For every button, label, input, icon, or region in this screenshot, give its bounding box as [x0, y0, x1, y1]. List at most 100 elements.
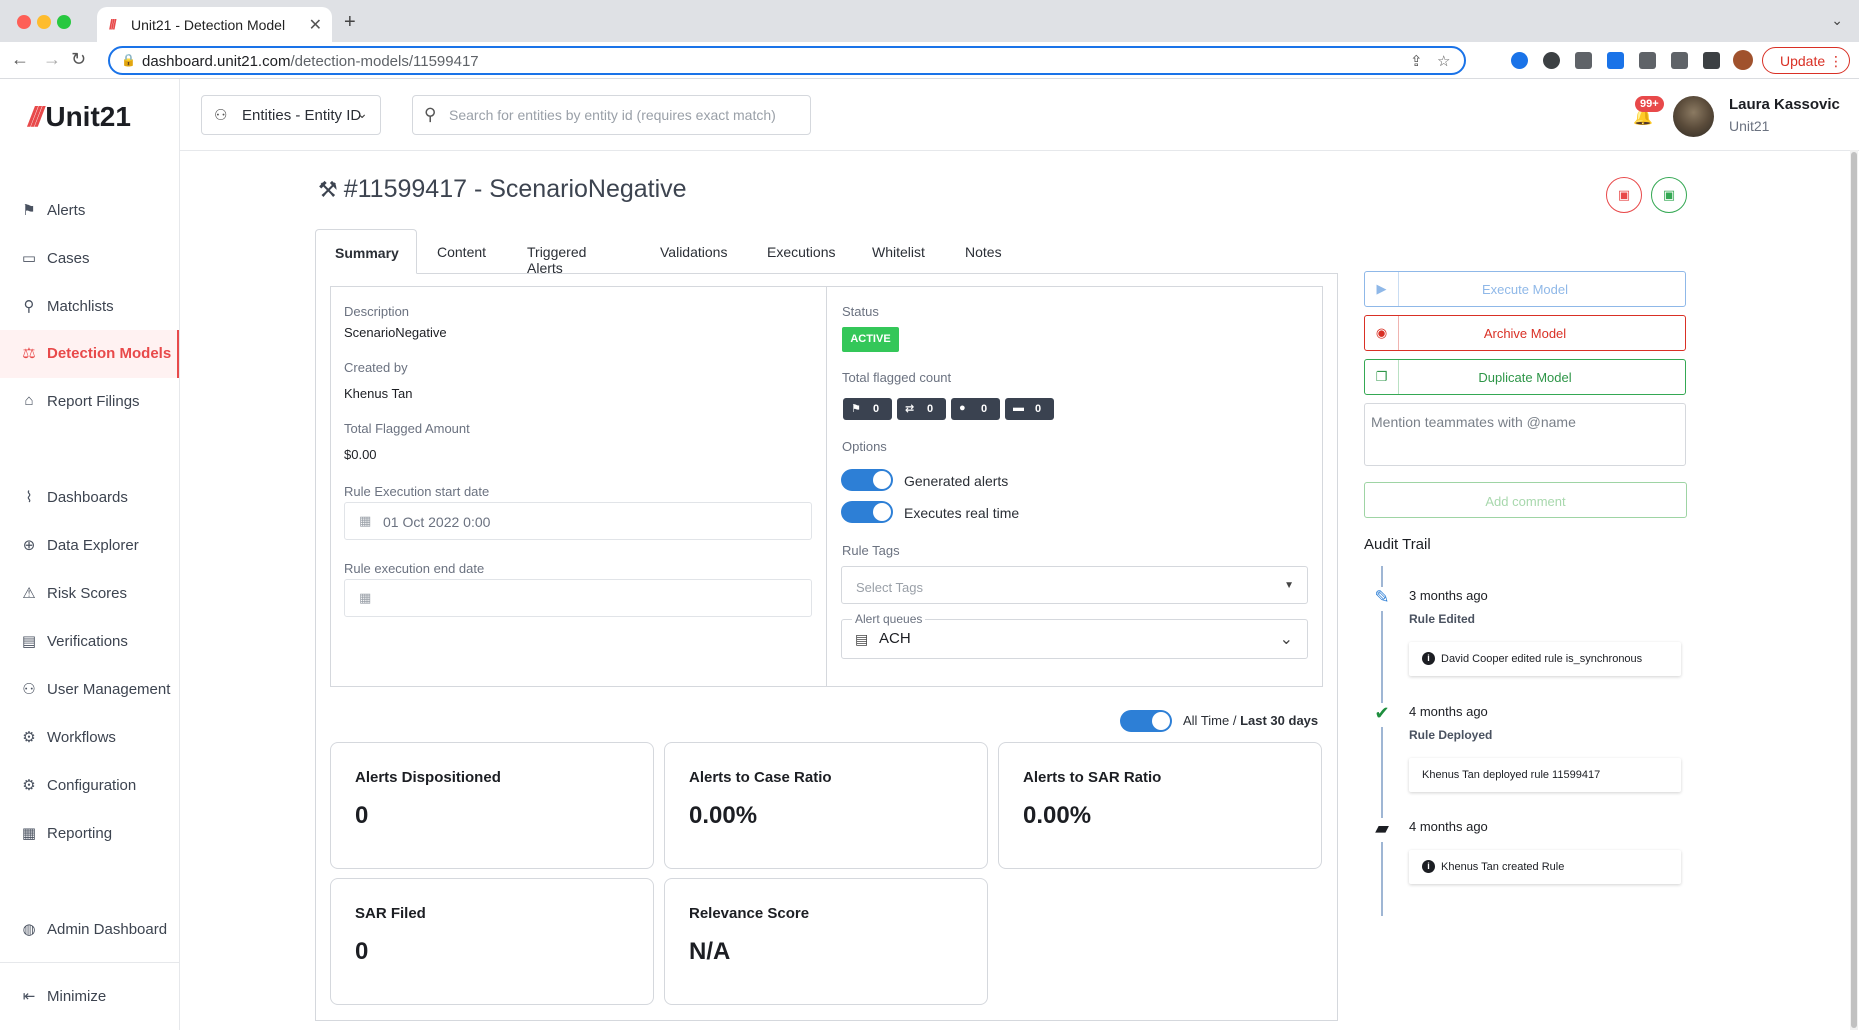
end-date-field[interactable]: ▦	[344, 579, 812, 617]
address-bar[interactable]: 🔒 dashboard.unit21.com/detection-models/…	[108, 46, 1466, 75]
count-value: 0	[1035, 403, 1042, 415]
sidebar-item-data-explorer[interactable]: ⊕ Data Explorer	[0, 522, 179, 570]
sidebar-item-label: Data Explorer	[47, 537, 139, 554]
browser-tab[interactable]: /// Unit21 - Detection Model ✕	[97, 7, 332, 42]
sidebar-item-label: Admin Dashboard	[47, 921, 168, 938]
total-flagged-count-label: Total flagged count	[842, 370, 952, 385]
extension-1-icon[interactable]	[1511, 52, 1528, 69]
tab-label: Notes	[965, 244, 1002, 260]
forward-arrow-icon[interactable]: →	[43, 49, 61, 70]
bookmark-star-icon[interactable]: ☆	[1437, 52, 1450, 70]
metric-card-relevance-score: Relevance Score N/A	[664, 878, 988, 1005]
media-control-icon[interactable]	[1671, 52, 1688, 69]
tab-executions[interactable]: Executions	[767, 229, 835, 274]
metric-title: Alerts to Case Ratio	[689, 769, 832, 786]
comment-box[interactable]	[1364, 403, 1686, 466]
execute-model-label: Execute Model	[1482, 282, 1568, 297]
sidebar-item-admin-dashboard[interactable]: ◍ Admin Dashboard	[0, 906, 179, 954]
start-date-field[interactable]: ▦ 01 Oct 2022 0:00	[344, 502, 812, 540]
user-search-icon: ⚲	[23, 298, 35, 315]
sidebar-item-detection-models[interactable]: ⚖ Detection Models	[0, 330, 179, 378]
extension-3-icon[interactable]	[1575, 52, 1592, 69]
side-panel-icon[interactable]	[1703, 52, 1720, 69]
close-window-button[interactable]	[17, 15, 31, 29]
page-scrollbar[interactable]	[1850, 150, 1858, 1030]
url-domain: dashboard.unit21.com	[142, 53, 291, 70]
user-avatar[interactable]	[1673, 96, 1714, 137]
comment-input[interactable]	[1371, 414, 1676, 458]
tab-notes[interactable]: Notes	[965, 229, 1002, 274]
add-comment-button[interactable]: Add comment	[1364, 482, 1687, 518]
sidebar-item-label: User Management	[47, 681, 171, 698]
audit-entry-time: 4 months ago	[1409, 704, 1488, 719]
toggle-knob	[873, 471, 891, 489]
executes-real-time-toggle[interactable]	[841, 501, 893, 523]
generated-alerts-toggle[interactable]	[841, 469, 893, 491]
total-flagged-amount-value: $0.00	[344, 447, 377, 462]
app-header: ⚇ Entities - Entity ID ⌄ ⚲ 🔔 99+ Laura K…	[180, 79, 1859, 151]
search-icon: ⚲	[424, 105, 437, 124]
minimize-window-button[interactable]	[37, 15, 51, 29]
profile-avatar-icon[interactable]	[1733, 50, 1753, 70]
time-range-last: Last 30 days	[1240, 713, 1319, 728]
browser-update-button[interactable]: Update ⋮	[1762, 47, 1850, 74]
sidebar-item-workflows[interactable]: ⚙ Workflows	[0, 714, 179, 762]
lock-icon[interactable]: 🔒	[121, 53, 136, 67]
time-range-toggle[interactable]	[1120, 710, 1172, 732]
tab-summary[interactable]: Summary	[315, 229, 417, 274]
rule-tags-select[interactable]: Select Tags ▼	[841, 566, 1308, 604]
metric-value: 0	[355, 938, 369, 965]
flagged-transactions-count-chip: ⇄ 0	[897, 398, 946, 420]
extension-2-icon[interactable]	[1543, 52, 1560, 69]
export-excel-button[interactable]: ▣	[1651, 177, 1687, 213]
calendar-icon: ▦	[359, 590, 372, 605]
sidebar-item-matchlists[interactable]: ⚲ Matchlists	[0, 283, 179, 331]
tab-label: Triggered Alerts	[527, 244, 587, 276]
close-tab-icon[interactable]: ✕	[309, 15, 322, 35]
tab-triggered-alerts[interactable]: Triggered Alerts	[527, 229, 587, 276]
unit21-logo-mark-icon: ///	[28, 101, 43, 132]
back-arrow-icon[interactable]: ←	[11, 49, 29, 70]
sidebar-item-alerts[interactable]: ⚑ Alerts	[0, 187, 179, 235]
export-pdf-button[interactable]: ▣	[1606, 177, 1642, 213]
sidebar-nav: ///Unit21 ⚑ Alerts ▭ Cases ⚲ Matchlists …	[0, 79, 180, 1030]
audit-trail-title: Audit Trail	[1364, 536, 1431, 553]
sidebar-item-cases[interactable]: ▭ Cases	[0, 235, 179, 283]
tab-whitelist[interactable]: Whitelist	[872, 229, 925, 274]
tab-validations[interactable]: Validations	[660, 229, 727, 274]
new-tab-icon[interactable]: +	[344, 11, 356, 34]
reload-icon[interactable]: ↻	[71, 49, 86, 70]
user-name[interactable]: Laura Kassovic	[1729, 96, 1840, 113]
tab-label: Whitelist	[872, 244, 925, 260]
caret-down-icon: ▼	[1284, 580, 1294, 591]
tab-search-chevron-icon[interactable]: ⌄	[1831, 12, 1843, 29]
unit21-logo[interactable]: ///Unit21	[28, 101, 131, 133]
maximize-window-button[interactable]	[57, 15, 71, 29]
entity-search[interactable]: ⚲	[412, 95, 811, 135]
archive-model-button[interactable]: ◉ Archive Model	[1364, 315, 1686, 351]
scrollbar-thumb[interactable]	[1851, 152, 1857, 1028]
sidebar-item-report-filings[interactable]: ⌂ Report Filings	[0, 378, 179, 426]
metric-title: Relevance Score	[689, 905, 810, 922]
share-icon[interactable]: ⇪	[1410, 52, 1423, 70]
sidebar-item-verifications[interactable]: ▤ Verifications	[0, 618, 179, 666]
sidebar-item-reporting[interactable]: ▦ Reporting	[0, 810, 179, 858]
sidebar-item-dashboards[interactable]: ⌇ Dashboards	[0, 474, 179, 522]
entity-search-input[interactable]	[449, 104, 799, 126]
sidebar-item-configuration[interactable]: ⚙ Configuration	[0, 762, 179, 810]
info-icon: i	[1422, 860, 1435, 873]
tab-content[interactable]: Content	[437, 229, 486, 274]
sidebar-item-user-management[interactable]: ⚇ User Management	[0, 666, 179, 714]
entity-type-select[interactable]: ⚇ Entities - Entity ID ⌄	[201, 95, 381, 135]
minimize-sidebar-button[interactable]: ⇤ Minimize	[0, 973, 179, 1021]
sidebar-item-risk-scores[interactable]: ⚠ Risk Scores	[0, 570, 179, 618]
audit-entry-time: 4 months ago	[1409, 819, 1488, 834]
execute-model-button[interactable]: ▶ Execute Model	[1364, 271, 1686, 307]
update-label: Update	[1780, 53, 1826, 69]
executes-real-time-label: Executes real time	[904, 505, 1020, 521]
puzzle-extensions-icon[interactable]	[1639, 52, 1656, 69]
count-value: 0	[981, 403, 988, 415]
duplicate-model-button[interactable]: ❐ Duplicate Model	[1364, 359, 1686, 395]
download-extension-icon[interactable]	[1607, 52, 1624, 69]
generated-alerts-label: Generated alerts	[904, 473, 1009, 489]
